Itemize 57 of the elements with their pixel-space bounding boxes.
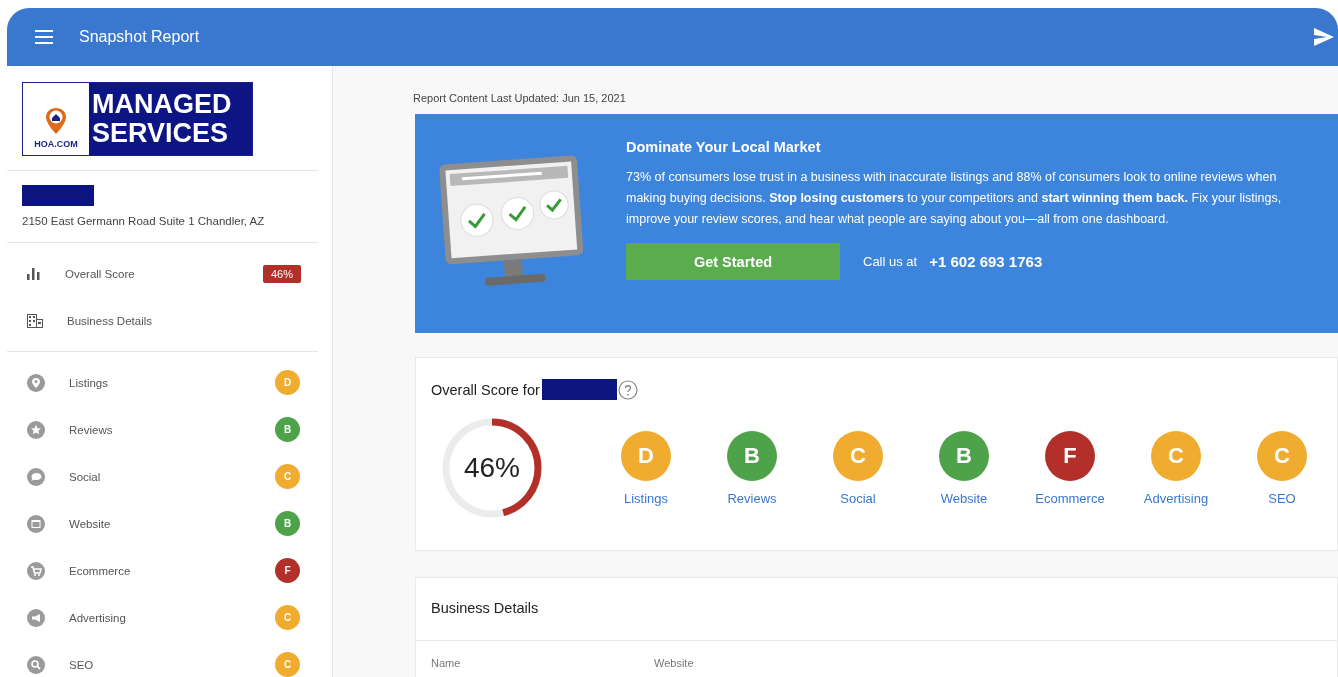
card-title: Business Details bbox=[416, 578, 1337, 641]
logo-text: HOA.COM bbox=[34, 139, 78, 149]
grade-badge: B bbox=[275, 417, 300, 442]
grade-badge: B bbox=[275, 511, 300, 536]
score-title: Overall Score for bbox=[431, 381, 540, 398]
grade-badge: C bbox=[275, 605, 300, 630]
nav-item[interactable]: Social C bbox=[7, 453, 318, 500]
location-pin-icon bbox=[27, 373, 45, 392]
search-icon bbox=[27, 655, 45, 674]
grade-badge: F bbox=[1045, 430, 1095, 481]
business-address: 2150 East Germann Road Suite 1 Chandler, AZ bbox=[22, 215, 266, 227]
category-link[interactable]: Advertising bbox=[1143, 490, 1209, 506]
grade-badge: B bbox=[727, 430, 777, 481]
category-link[interactable]: SEO bbox=[1268, 490, 1296, 506]
building-icon bbox=[27, 313, 43, 328]
banner-paragraph: 73% of consumers lose trust in a business with inaccurate listings and 88% of consumers look to online reviews when making buying decisions. Stop losing customers to your competitors and start winning them back. Fix your listings, improve your review scores, and hear what people are saying about you—all from one dashboard. bbox=[626, 169, 1283, 228]
redaction-bar bbox=[22, 185, 94, 206]
nav-item[interactable]: Advertising C bbox=[7, 594, 318, 641]
speech-bubble-icon bbox=[27, 467, 45, 486]
nav-item[interactable]: Ecommerce F bbox=[7, 547, 318, 594]
score-percent: 46% bbox=[462, 452, 521, 484]
grade-badge: C bbox=[833, 430, 883, 481]
category-link[interactable]: Reviews bbox=[727, 490, 777, 506]
nav-item[interactable]: Listings D bbox=[7, 359, 318, 406]
last-updated-text: Report Content Last Updated: Jun 15, 2021 bbox=[413, 92, 627, 104]
score-badge: 46% bbox=[262, 264, 301, 283]
shopping-cart-icon bbox=[27, 561, 45, 580]
category-link[interactable]: Website bbox=[940, 490, 988, 506]
nav-item[interactable]: SEO C bbox=[7, 641, 318, 677]
grade-badge: F bbox=[275, 558, 300, 583]
nav-item[interactable]: Reviews B bbox=[7, 406, 318, 453]
grade-badge: D bbox=[621, 430, 671, 481]
bar-chart-icon bbox=[27, 267, 41, 280]
grade-badge: D bbox=[275, 370, 300, 395]
nav-item[interactable]: Website B bbox=[7, 500, 318, 547]
grade-badge: C bbox=[275, 464, 300, 489]
help-icon bbox=[617, 379, 638, 400]
category-link[interactable]: Ecommerce bbox=[1035, 490, 1105, 506]
grade-badge: C bbox=[1257, 430, 1307, 481]
grade-badge: C bbox=[1151, 430, 1201, 481]
phone-number: +1 602 693 1763 bbox=[929, 253, 1043, 270]
banner-heading: Dominate Your Local Market bbox=[626, 139, 822, 155]
app-title: Snapshot Report bbox=[79, 28, 200, 46]
category-link[interactable]: Listings bbox=[623, 490, 669, 506]
nav-item[interactable]: Business Details bbox=[7, 297, 318, 344]
field-label: Name bbox=[431, 657, 462, 669]
megaphone-icon bbox=[27, 608, 45, 627]
field-label: Website bbox=[654, 657, 695, 669]
map-pin-icon bbox=[45, 107, 67, 135]
call-label: Call us at bbox=[863, 254, 918, 269]
category-link[interactable]: Social bbox=[840, 490, 876, 506]
grade-badge: C bbox=[275, 652, 300, 677]
browser-window-icon bbox=[27, 514, 45, 533]
logo-text: MANAGED bbox=[92, 90, 233, 119]
logo-text: SERVICES bbox=[92, 119, 230, 148]
grade-badge: B bbox=[939, 430, 989, 481]
nav-item[interactable]: Overall Score 46% bbox=[7, 250, 318, 297]
